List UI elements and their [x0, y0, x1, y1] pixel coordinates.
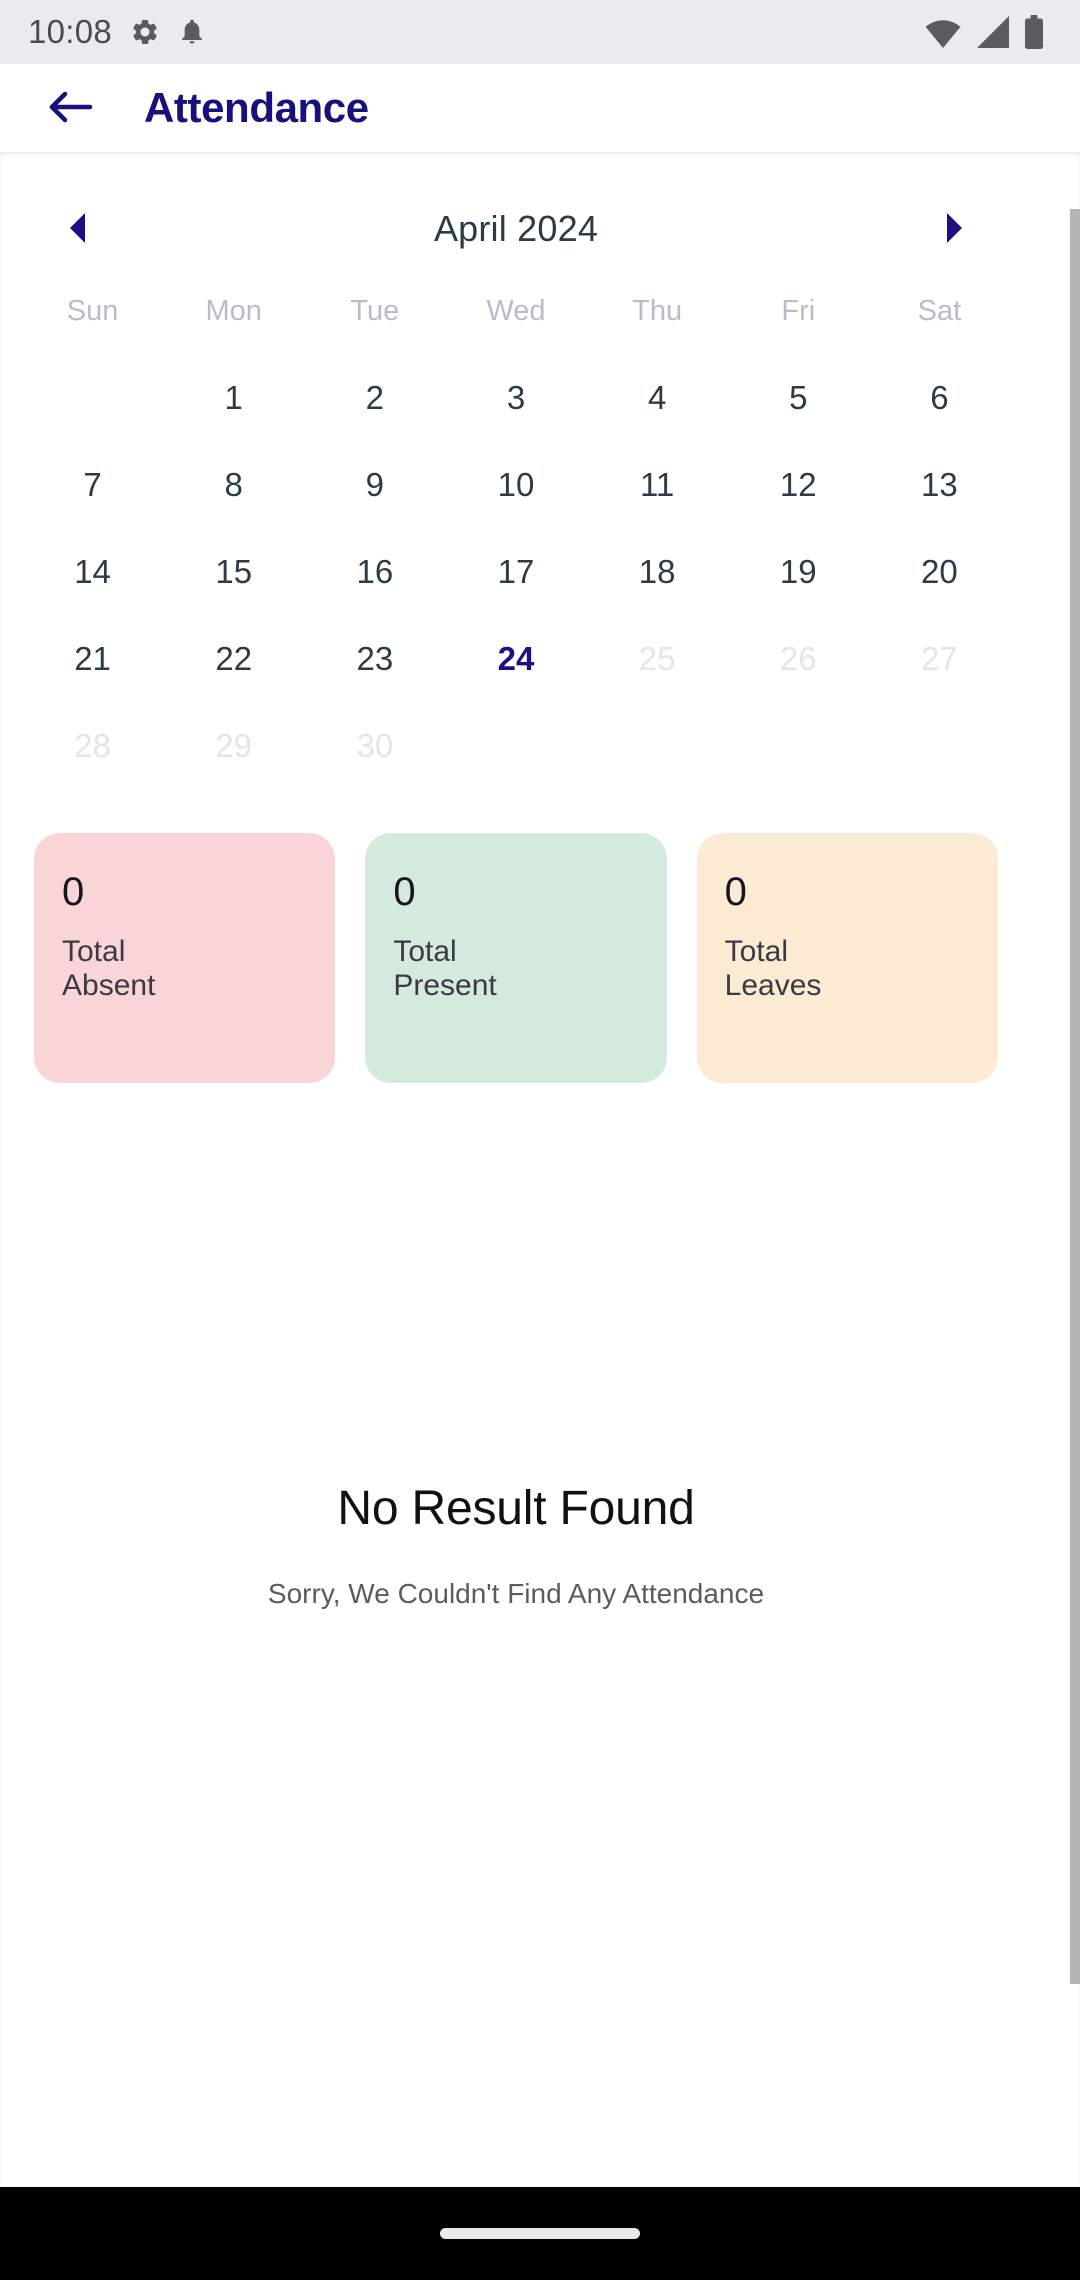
calendar-day-1[interactable]: 1	[163, 354, 304, 441]
stat-label-total-leaves: Total Leaves	[724, 935, 822, 1002]
arrow-left-icon	[47, 88, 93, 129]
stat-card-total-leaves: 0 Total Leaves	[696, 833, 998, 1083]
status-bar-left: 10:08	[28, 13, 206, 51]
status-time: 10:08	[28, 13, 113, 50]
calendar-day-26: 26	[779, 640, 817, 677]
calendar-day-21[interactable]: 21	[22, 615, 163, 702]
calendar-day-17[interactable]: 17	[445, 528, 586, 615]
scrollbar-track[interactable]	[1070, 153, 1080, 2187]
empty-state-subtitle: Sorry, We Couldn't Find Any Attendance	[267, 1578, 765, 1609]
calendar-day-3[interactable]: 3	[445, 354, 586, 441]
calendar-day-27: 27	[921, 640, 958, 677]
calendar-weekday-mon: Mon	[205, 295, 262, 327]
calendar-day-25: 25	[638, 640, 676, 677]
gear-icon	[130, 17, 160, 47]
scrollbar-thumb[interactable]	[1070, 209, 1080, 1984]
calendar-day-10[interactable]: 10	[445, 441, 586, 528]
prev-month-button[interactable]	[52, 203, 104, 255]
calendar-day-15[interactable]: 15	[163, 528, 304, 615]
calendar-weekday-wed: Wed	[486, 295, 546, 327]
stat-card-total-present: 0 Total Present	[365, 833, 667, 1083]
status-bar: 10:08	[0, 0, 1080, 64]
calendar-day-6[interactable]: 6	[869, 354, 1010, 441]
calendar-weekday-sat: Sat	[917, 295, 962, 327]
calendar-weekday-fri: Fri	[781, 295, 816, 327]
scroll-body: April 2024 Sun Mon Tue Wed Thu Fri Sat 1234567…	[0, 152, 1080, 2187]
calendar-weekday-tue: Tue	[350, 295, 400, 327]
calendar-weekday-thu: Thu	[632, 295, 683, 327]
status-bar-right	[924, 15, 1044, 49]
stat-value-total-leaves: 0	[724, 870, 747, 914]
stat-card-total-absent: 0 Total Absent	[34, 833, 336, 1083]
calendar-weekday-sun: Sun	[66, 295, 119, 327]
calendar-day-14[interactable]: 14	[22, 528, 163, 615]
calendar-day-20[interactable]: 20	[869, 528, 1010, 615]
page-title: Attendance	[144, 84, 369, 131]
chevron-right-icon	[944, 212, 964, 246]
wifi-icon	[924, 16, 962, 48]
empty-state: No Result Found Sorry, We Couldn't Find …	[0, 1481, 1032, 1610]
calendar-header: April 2024	[0, 181, 1032, 277]
calendar-weekday-row: Sun Mon Tue Wed Thu Fri Sat	[0, 277, 1032, 354]
calendar-day-grid: 1 2 3 4 5 6 7 8 9 10 11 12 13 14 15 16 17 18 19 20 21 22 23 24 2…	[0, 354, 1032, 789]
calendar-day-23[interactable]: 23	[304, 615, 445, 702]
app-bar: Attendance	[0, 64, 1080, 152]
stat-label-total-absent: Total Absent	[62, 935, 156, 1002]
stat-value-total-absent: 0	[62, 870, 85, 914]
stat-label-total-present: Total Present	[393, 935, 497, 1002]
attendance-summary-cards: 0 Total Absent 0 Total Present 0 Total Leaves	[0, 833, 1032, 1083]
calendar-day-4[interactable]: 4	[587, 354, 728, 441]
next-month-button[interactable]	[928, 203, 980, 255]
stat-value-total-present: 0	[393, 870, 416, 914]
calendar-day-16[interactable]: 16	[304, 528, 445, 615]
attendance-screen: 10:08 Attendance April 2024 Sun Mon Tue …	[0, 0, 1080, 2280]
calendar-day-30: 30	[356, 727, 394, 764]
calendar-day-29: 29	[215, 727, 253, 764]
calendar-day-24[interactable]: 24	[445, 615, 586, 702]
calendar-day-7[interactable]: 7	[22, 441, 163, 528]
calendar-day-28: 28	[74, 727, 111, 764]
calendar-day-blank	[22, 354, 163, 441]
home-indicator-pill[interactable]	[440, 2228, 640, 2239]
calendar-day-11[interactable]: 11	[587, 441, 728, 528]
empty-state-title: No Result Found	[337, 1482, 695, 1535]
bell-icon	[178, 17, 206, 47]
calendar-month-label: April 2024	[433, 208, 599, 249]
calendar-day-18[interactable]: 18	[587, 528, 728, 615]
calendar-day-19[interactable]: 19	[728, 528, 869, 615]
system-navigation-bar	[0, 2187, 1080, 2280]
chevron-left-icon	[68, 212, 88, 246]
calendar-day-2[interactable]: 2	[304, 354, 445, 441]
calendar-day-9[interactable]: 9	[304, 441, 445, 528]
calendar-day-13[interactable]: 13	[869, 441, 1010, 528]
calendar-day-12[interactable]: 12	[728, 441, 869, 528]
cellular-signal-icon	[976, 16, 1010, 48]
calendar-day-22[interactable]: 22	[163, 615, 304, 702]
back-button[interactable]	[42, 80, 98, 136]
calendar-day-8[interactable]: 8	[163, 441, 304, 528]
battery-icon	[1024, 15, 1044, 49]
scroll-content: April 2024 Sun Mon Tue Wed Thu Fri Sat 1234567…	[0, 153, 1032, 1610]
calendar-day-5[interactable]: 5	[728, 354, 869, 441]
